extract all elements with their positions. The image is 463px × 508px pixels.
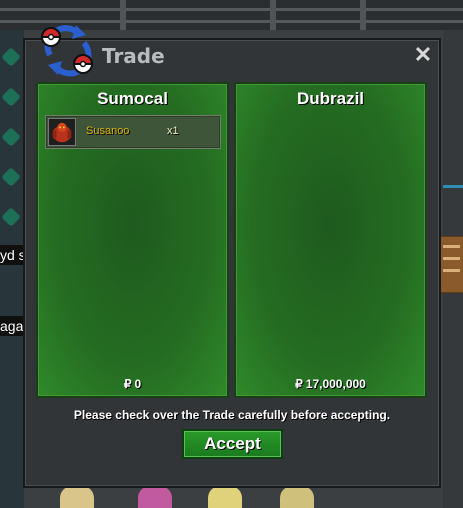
money-amount: 0	[134, 377, 142, 391]
confirmation-notice: Please check over the Trade carefully be…	[73, 408, 391, 422]
trade-item[interactable]: Susanoo x1	[45, 115, 221, 149]
item-quantity: x1	[167, 125, 179, 137]
right-trader-name: Dubrazil	[296, 89, 365, 108]
currency-symbol: ₽	[295, 377, 303, 391]
title-bar[interactable]: Trade ✕	[25, 25, 439, 77]
close-icon[interactable]: ✕	[413, 44, 433, 66]
right-trade-panel: Dubrazil ₽17,000,000	[234, 82, 427, 398]
susanoo-sprite-icon	[48, 118, 76, 146]
left-trader-name: Sumocal	[97, 89, 168, 108]
window-title: Trade	[102, 44, 165, 68]
money-amount: 17,000,000	[305, 377, 366, 391]
trade-window: Trade ✕ Sumocal Susanoo x1 ₽0 Dubrazil ₽…	[23, 25, 441, 488]
right-money-offer: ₽17,000,000	[236, 377, 425, 391]
item-name: Susanoo	[86, 125, 130, 137]
trade-swap-pokeball-icon	[40, 25, 94, 77]
left-trade-panel: Sumocal Susanoo x1 ₽0	[36, 82, 229, 398]
wooden-sign	[438, 236, 463, 293]
npc-sprites	[60, 486, 360, 508]
accept-button[interactable]: Accept	[182, 429, 283, 459]
tree-column	[0, 30, 24, 508]
left-money-offer: ₽0	[38, 377, 227, 391]
currency-symbol: ₽	[123, 377, 132, 391]
